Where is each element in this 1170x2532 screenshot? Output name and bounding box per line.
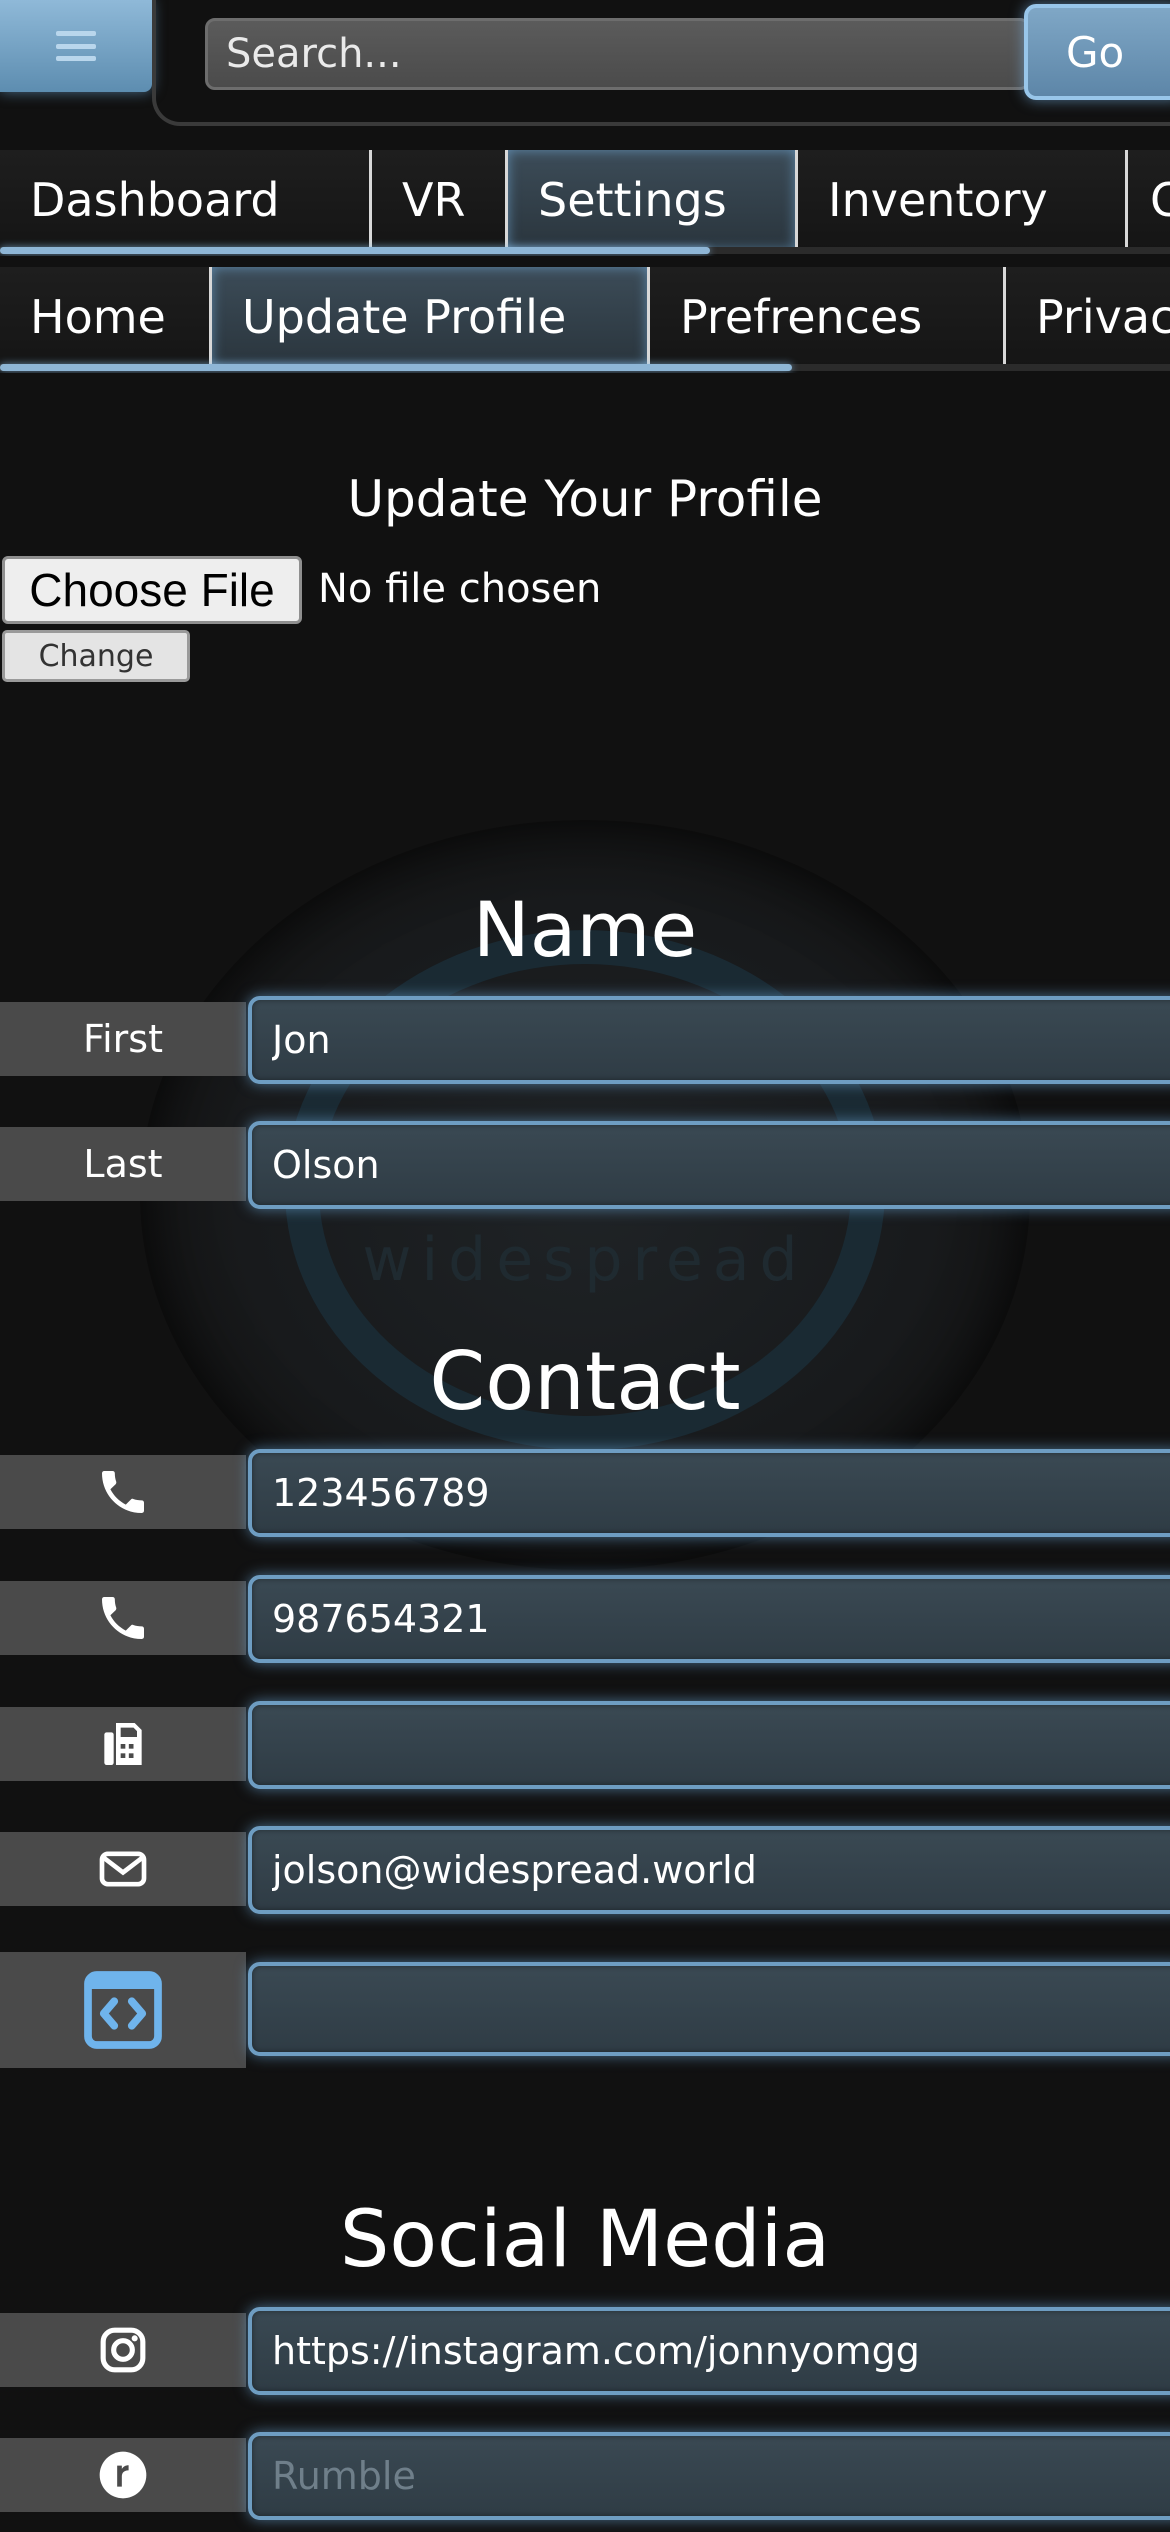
top-bar: Go [0, 0, 1170, 128]
tab-label: Inventory [828, 173, 1048, 227]
menu-button[interactable] [0, 0, 152, 92]
logo-text: widespread [362, 1225, 808, 1295]
search-input[interactable] [205, 18, 1030, 90]
sub-tab-bar: Home Update Profile Prefrences Privac [0, 267, 1170, 373]
go-button[interactable]: Go [1024, 4, 1170, 100]
phone-icon [102, 1471, 144, 1513]
tab-overflow[interactable]: C [1128, 150, 1170, 250]
phone-label [0, 1455, 246, 1529]
first-name-label: First [0, 1002, 246, 1076]
tab-label: C [1150, 173, 1170, 227]
tab-label: Settings [538, 173, 727, 227]
instagram-label [0, 2313, 246, 2387]
mobile-input[interactable] [248, 1575, 1170, 1663]
tab-scroll-indicator[interactable] [0, 247, 710, 254]
phone-input[interactable] [248, 1449, 1170, 1537]
name-section-title: Name [472, 885, 698, 974]
tab-privacy[interactable]: Privac [1006, 267, 1170, 367]
instagram-input[interactable] [248, 2307, 1170, 2395]
tab-home[interactable]: Home [0, 267, 212, 367]
hamburger-icon [56, 31, 96, 61]
tab-label: Update Profile [242, 290, 567, 344]
phone-icon [102, 1597, 144, 1639]
email-label [0, 1832, 246, 1906]
last-name-label: Last [0, 1127, 246, 1201]
tab-label: Privac [1036, 290, 1170, 344]
email-input[interactable] [248, 1826, 1170, 1914]
website-label [0, 1952, 246, 2068]
choose-file-button[interactable]: Choose File [2, 556, 302, 624]
website-input[interactable] [248, 1962, 1170, 2056]
fax-icon [104, 1723, 142, 1765]
tab-label: VR [402, 173, 466, 227]
rumble-input[interactable] [248, 2432, 1170, 2520]
fax-label [0, 1707, 246, 1781]
first-name-input[interactable] [248, 996, 1170, 1084]
tab-inventory[interactable]: Inventory [798, 150, 1128, 250]
fax-input[interactable] [248, 1701, 1170, 1789]
tab-update-profile[interactable]: Update Profile [212, 267, 650, 367]
page-title: Update Your Profile [347, 470, 823, 528]
code-icon [84, 1971, 162, 2049]
tab-scroll-indicator[interactable] [0, 364, 792, 371]
tab-label: Home [30, 290, 166, 344]
tab-preferences[interactable]: Prefrences [650, 267, 1006, 367]
envelope-icon [99, 1851, 147, 1887]
file-status: No file chosen [318, 566, 602, 612]
tab-label: Dashboard [30, 173, 280, 227]
tab-vr[interactable]: VR [372, 150, 508, 250]
instagram-icon [100, 2327, 146, 2373]
rumble-icon [99, 2451, 147, 2499]
social-section-title: Social Media [339, 2195, 831, 2285]
change-avatar-button[interactable]: Change [2, 630, 190, 682]
main-tab-bar: Dashboard VR Settings Inventory C [0, 150, 1170, 256]
contact-section-title: Contact [429, 1335, 741, 1428]
tab-settings[interactable]: Settings [508, 150, 798, 250]
last-name-input[interactable] [248, 1121, 1170, 1209]
tab-label: Prefrences [680, 290, 923, 344]
tab-dashboard[interactable]: Dashboard [0, 150, 372, 250]
mobile-label [0, 1581, 246, 1655]
rumble-label [0, 2438, 246, 2512]
